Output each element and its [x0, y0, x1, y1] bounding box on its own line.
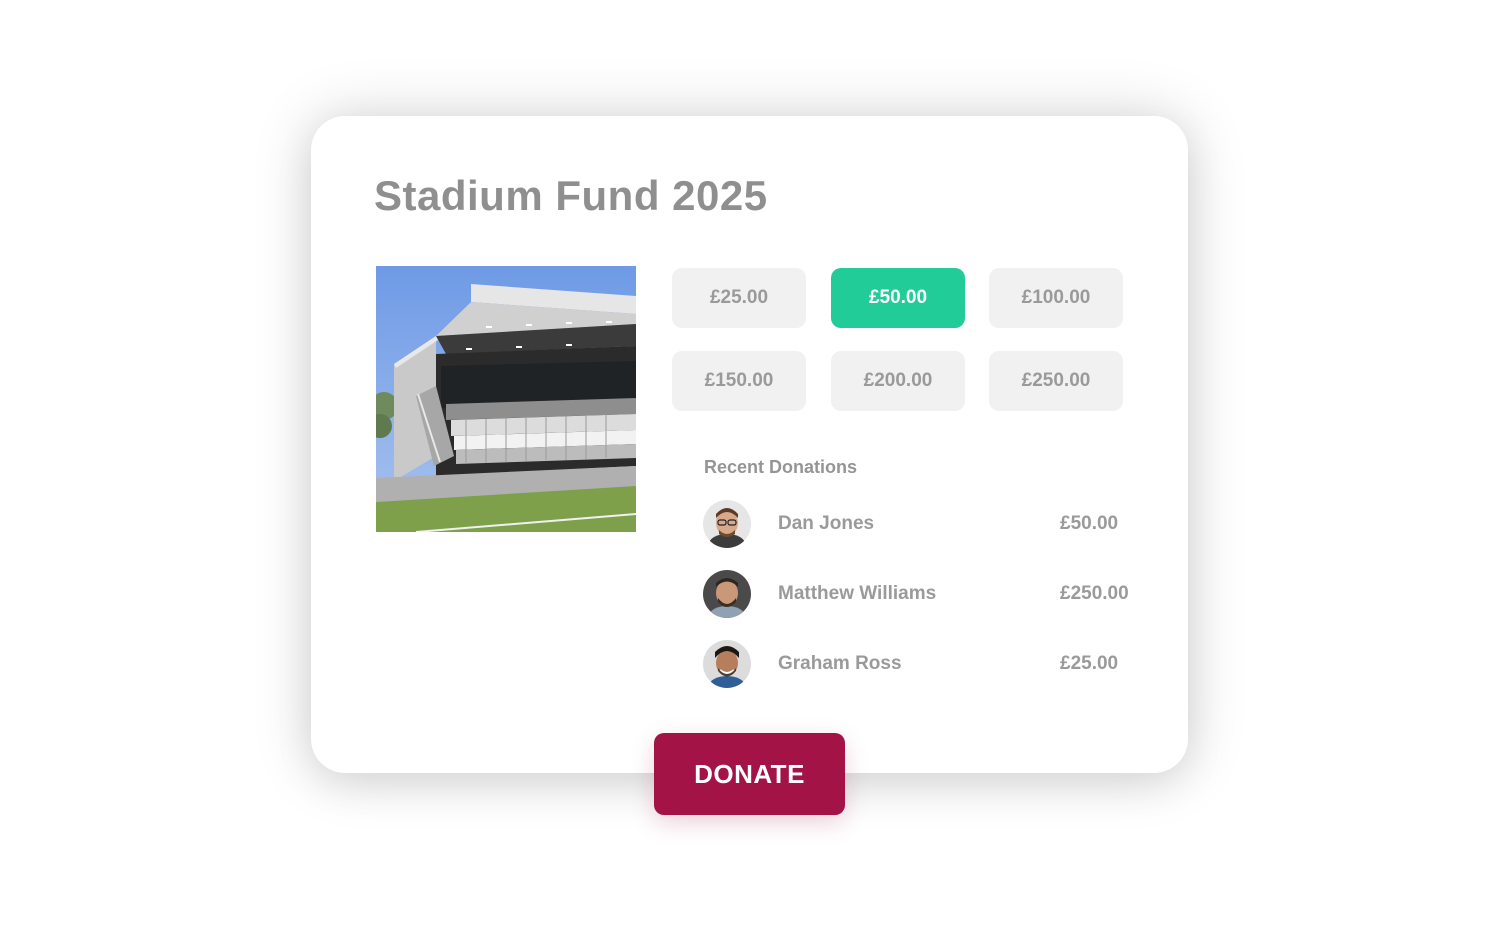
amount-option-50[interactable]: £50.00	[831, 268, 965, 328]
donation-amount: £250.00	[1060, 583, 1129, 604]
donation-list-item: Dan Jones £50.00	[703, 500, 1163, 548]
avatar	[703, 570, 751, 618]
amount-option-150[interactable]: £150.00	[672, 351, 806, 411]
donation-amount: £50.00	[1060, 513, 1119, 534]
recent-donations-heading: Recent Donations	[704, 457, 858, 477]
stadium-image	[376, 266, 636, 532]
avatar	[703, 500, 751, 548]
avatar	[703, 640, 751, 688]
amount-option-200[interactable]: £200.00	[831, 351, 965, 411]
donor-name: Matthew Williams	[778, 583, 937, 604]
donation-list-item: Matthew Williams £250.00	[703, 570, 1163, 618]
donor-name: Graham Ross	[778, 653, 902, 674]
amount-option-250[interactable]: £250.00	[989, 351, 1123, 411]
amount-option-100[interactable]: £100.00	[989, 268, 1123, 328]
amount-option-25[interactable]: £25.00	[672, 268, 806, 328]
donate-button[interactable]: DONATE	[654, 733, 845, 815]
donation-list-item: Graham Ross £25.00	[703, 640, 1163, 688]
campaign-title: Stadium Fund 2025	[374, 172, 768, 219]
donor-name: Dan Jones	[778, 513, 875, 534]
donation-amount: £25.00	[1060, 653, 1119, 674]
donation-widget: Stadium Fund 2025 £25.00 £50.00 £100.00 …	[0, 0, 1500, 930]
